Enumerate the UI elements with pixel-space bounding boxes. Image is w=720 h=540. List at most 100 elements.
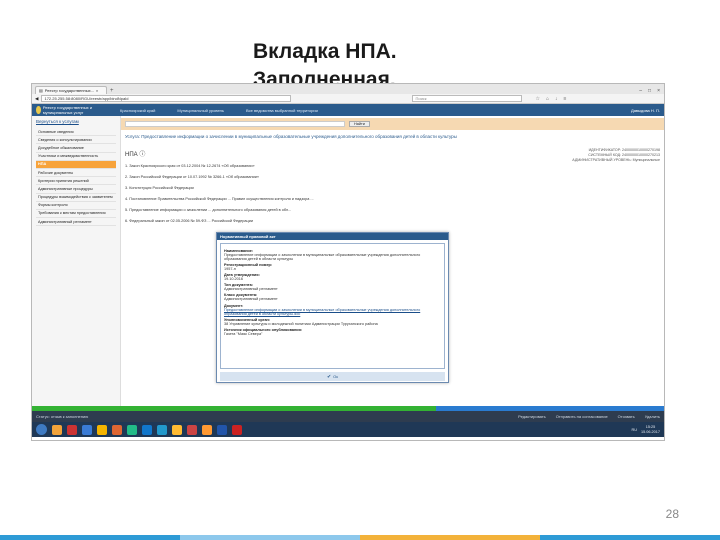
sidebar-item[interactable]: Сведения о консультировании bbox=[36, 136, 116, 145]
taskbar-app-icon[interactable] bbox=[217, 424, 227, 435]
clock-date: 15.06.2017 bbox=[640, 429, 660, 434]
taskbar-app-icon[interactable] bbox=[142, 424, 152, 435]
back-to-services-link[interactable]: Вернуться к услугам bbox=[36, 119, 116, 124]
new-tab-icon[interactable]: + bbox=[110, 88, 114, 94]
sidebar-item[interactable]: Участники и межведомственность bbox=[36, 153, 116, 161]
download-icon[interactable]: ↓ bbox=[555, 96, 558, 102]
sidebar-item[interactable]: Требования к местам предоставления bbox=[36, 210, 116, 219]
sidebar-item[interactable]: Административные процедуры bbox=[36, 185, 116, 194]
npa-list-item[interactable]: 1. Закон Красноярского края от 03.12.200… bbox=[125, 164, 385, 169]
npa-list: 1. Закон Красноярского края от 03.12.200… bbox=[125, 164, 660, 224]
taskbar-app-icon[interactable] bbox=[157, 424, 167, 435]
slide-number: 28 bbox=[665, 507, 679, 521]
npa-list-item[interactable]: 5. Предоставление информации о зачислени… bbox=[125, 208, 385, 213]
sidebar-item[interactable]: Критерии принятия решений bbox=[36, 177, 116, 186]
modal-title: Нормативный правовой акт bbox=[217, 233, 448, 240]
status-text: Статус: отзыв к заполнению bbox=[36, 414, 89, 419]
taskbar-app-icon[interactable] bbox=[82, 424, 92, 435]
browser-tab[interactable]: ▤ Реестр государственных... × bbox=[35, 86, 107, 94]
clock[interactable]: 15:25 15.06.2017 bbox=[641, 425, 660, 434]
taskbar-app-icon[interactable] bbox=[232, 424, 242, 435]
page-icon: ▤ bbox=[39, 88, 43, 93]
taskbar-app-icon[interactable] bbox=[112, 424, 122, 435]
delete-button[interactable]: Удалить bbox=[645, 414, 660, 419]
tab-title: Реестр государственных... bbox=[44, 88, 94, 93]
npa-list-item[interactable]: 4. Постановление Правительства Российско… bbox=[125, 197, 385, 202]
sidebar-item[interactable]: Рабочие документы bbox=[36, 169, 116, 178]
emblem-icon bbox=[36, 106, 41, 114]
url-field[interactable]: 172.25.255.58:8080/RGU/reestr/app/bindNp… bbox=[41, 95, 292, 102]
taskbar-app-icon[interactable] bbox=[52, 424, 62, 435]
browser-tabbar: ▤ Реестр государственных... × + – □ × bbox=[32, 84, 664, 94]
user-name[interactable]: Давыдова Н. П. bbox=[631, 108, 660, 113]
bottom-bar-segment bbox=[180, 535, 360, 540]
field-value: Предоставление информации о зачислении в… bbox=[224, 252, 421, 262]
home-icon[interactable]: ⌂ bbox=[546, 96, 549, 102]
field-value: Административный регламент bbox=[224, 297, 278, 302]
close-icon[interactable]: × bbox=[96, 88, 98, 93]
bottom-bar-segment bbox=[360, 535, 540, 540]
service-search-input[interactable] bbox=[125, 121, 345, 127]
sidebar: Вернуться к услугам Основные сведения Све… bbox=[32, 116, 121, 406]
sidebar-item[interactable]: НПА bbox=[36, 160, 116, 169]
logo-text: Реестр государственных и муниципальных у… bbox=[42, 105, 92, 115]
slide: Вкладка НПА. Заполненная. ▤ Реестр госуд… bbox=[0, 0, 720, 540]
taskbar-app-icon[interactable] bbox=[127, 424, 137, 435]
maximize-icon[interactable]: □ bbox=[648, 88, 651, 94]
field-value: 19.10.2016 bbox=[224, 277, 244, 282]
info-icon[interactable]: ⓘ bbox=[139, 152, 145, 158]
document-link[interactable]: Предоставление информации о зачислении в… bbox=[224, 308, 441, 317]
sidebar-item[interactable]: Формы контроля bbox=[36, 202, 116, 210]
taskbar-app-icon[interactable] bbox=[187, 424, 197, 435]
sidebar-item[interactable]: Досудебное обжалование bbox=[36, 144, 116, 153]
browser-search-input[interactable]: Поиск bbox=[412, 95, 523, 102]
portal-logo[interactable]: Реестр государственных и муниципальных у… bbox=[36, 105, 98, 115]
send-for-approval-button[interactable]: Отправить на согласование bbox=[556, 414, 608, 419]
ok-label: Ок bbox=[333, 374, 339, 379]
slide-bottom-bar bbox=[0, 535, 720, 540]
npa-list-item[interactable]: 2. Закон Российской Федерации от 10.07.1… bbox=[125, 175, 385, 180]
language-indicator[interactable]: RU bbox=[632, 428, 637, 432]
field-value: 38 Управление культуры и молодежной поли… bbox=[224, 322, 378, 327]
nav-region[interactable]: Красноярский край bbox=[120, 108, 155, 113]
windows-taskbar: RU 15:25 15.06.2017 bbox=[32, 422, 664, 437]
modal-body: Наименование: Предоставление информации о… bbox=[220, 243, 445, 369]
service-search-row: Найти bbox=[121, 118, 664, 130]
bottom-bar-segment bbox=[540, 535, 720, 540]
sidebar-item[interactable]: Основные сведения bbox=[36, 128, 116, 137]
bottom-bar-segment bbox=[0, 535, 180, 540]
browser-screenshot: ▤ Реестр государственных... × + – □ × ◀ … bbox=[31, 83, 665, 441]
npa-modal: Нормативный правовой акт Наименование: Пр… bbox=[216, 232, 449, 383]
back-icon[interactable]: ◀ bbox=[35, 96, 38, 102]
service-title: Услуга: Предоставление информации о зачи… bbox=[125, 134, 457, 139]
find-button[interactable]: Найти bbox=[349, 121, 370, 127]
sidebar-item[interactable]: Процедуры взаимодействия с заявителем bbox=[36, 194, 116, 202]
portal-header: Реестр государственных и муниципальных у… bbox=[32, 104, 664, 116]
menu-icon[interactable]: ≡ bbox=[563, 96, 566, 102]
system-tray: RU 15:25 15.06.2017 bbox=[632, 425, 661, 434]
ok-button[interactable]: ✔ Ок bbox=[220, 372, 445, 381]
field-value: Административный регламент bbox=[224, 287, 278, 292]
edit-button[interactable]: Редактировать bbox=[518, 414, 546, 419]
progress-track bbox=[436, 406, 664, 411]
service-identifiers: ИДЕНТИФИКАТОР: 2400000010000270198 СИСТЕ… bbox=[572, 148, 660, 163]
minimize-icon[interactable]: – bbox=[639, 88, 642, 94]
npa-list-item[interactable]: 3. Конституция Российской Федерации bbox=[125, 186, 385, 191]
npa-list-item[interactable]: 6. Федеральный закон от 02.05.2006 № 59-… bbox=[125, 219, 385, 224]
check-icon: ✔ bbox=[326, 373, 332, 380]
field-value: Газета "Маяк Севера" bbox=[224, 332, 263, 337]
nav-level[interactable]: Муниципальный уровень bbox=[177, 108, 224, 113]
taskbar-app-icon[interactable] bbox=[202, 424, 212, 435]
taskbar-app-icon[interactable] bbox=[97, 424, 107, 435]
start-icon[interactable] bbox=[36, 424, 47, 435]
window-close-icon[interactable]: × bbox=[657, 88, 660, 94]
recall-button[interactable]: Отозвать bbox=[618, 414, 635, 419]
sidebar-item[interactable]: Административный регламент bbox=[36, 218, 116, 227]
nav-agencies[interactable]: Все ведомства выбранной территории bbox=[246, 108, 318, 113]
taskbar-app-icon[interactable] bbox=[172, 424, 182, 435]
star-icon[interactable]: ☆ bbox=[535, 96, 539, 102]
main-content: Найти Услуга: Предоставление информации … bbox=[121, 116, 664, 406]
admin-level: АДМИНИСТРАТИВНЫЙ УРОВЕНЬ: Муниципальные bbox=[572, 158, 660, 162]
taskbar-app-icon[interactable] bbox=[67, 424, 77, 435]
status-bar: Статус: отзыв к заполнению Редактировать… bbox=[32, 411, 664, 422]
